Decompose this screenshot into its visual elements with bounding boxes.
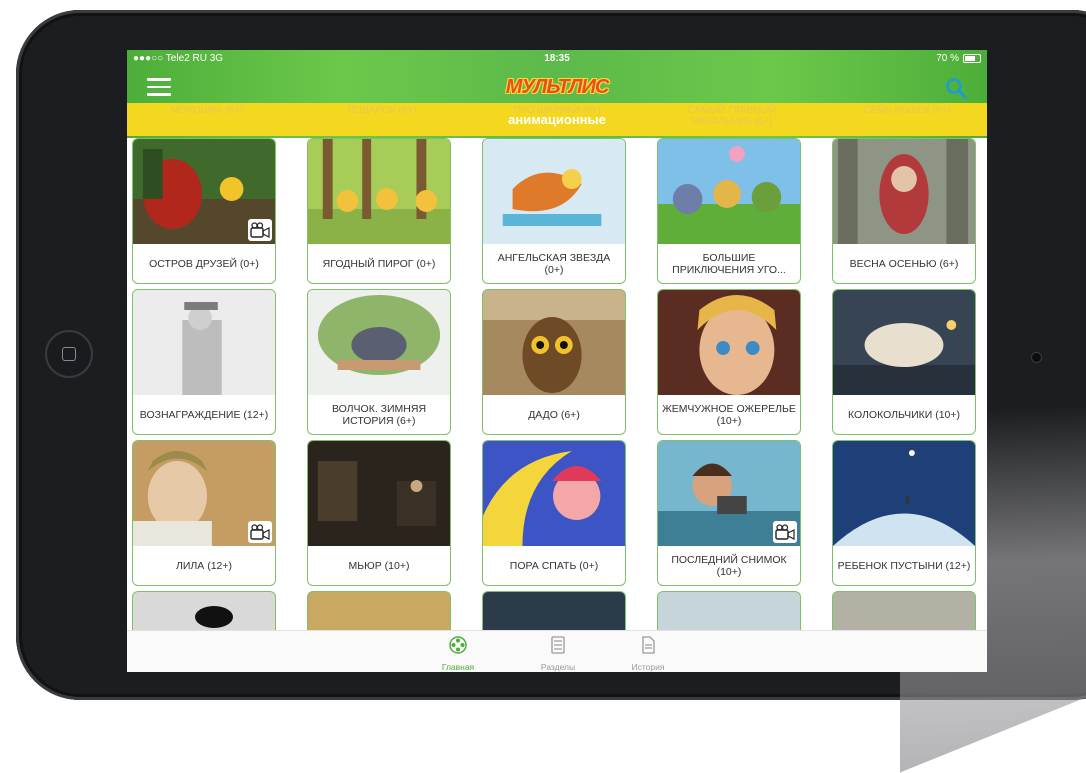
tab-label: Главная xyxy=(441,662,475,672)
cartoon-card[interactable]: ПОРА СПАТЬ (0+) xyxy=(482,440,626,586)
cartoon-card[interactable]: ВОЗНАГРАЖДЕНИЕ (12+) xyxy=(132,289,276,435)
cartoon-card-partial[interactable] xyxy=(832,591,976,631)
cartoon-card[interactable]: ВОЛЧОК. ЗИМНЯЯ ИСТОРИЯ (6+) xyxy=(307,289,451,435)
cartoon-title: ЖЕМЧУЖНОЕ ОЖЕРЕЛЬЕ (10+) xyxy=(662,403,796,427)
tab-history[interactable]: История xyxy=(613,635,683,672)
cartoon-thumbnail xyxy=(833,290,975,395)
section-title: анимационные xyxy=(508,112,606,127)
cartoon-title: ВОЗНАГРАЖДЕНИЕ (12+) xyxy=(139,409,269,421)
video-badge xyxy=(248,219,272,241)
cartoon-title: ПОРА СПАТЬ (0+) xyxy=(509,560,599,572)
tab-home[interactable]: Главная xyxy=(423,635,493,672)
cartoon-title: РЕБЕНОК ПУСТЫНИ (12+) xyxy=(837,560,971,572)
cartoon-thumbnail xyxy=(833,139,975,244)
cartoon-card[interactable]: БОЛЬШИЕ ПРИКЛЮЧЕНИЯ УГО... xyxy=(657,138,801,284)
cartoon-card[interactable]: МЬЮР (10+) xyxy=(307,440,451,586)
cartoon-title: ПОСЛЕДНИЙ СНИМОК (10+) xyxy=(671,554,787,578)
header-bar: ●●●○○ Tele2 RU 3G 18:35 70 % МУЛЬТЛИС МО… xyxy=(127,50,987,138)
cartoon-thumbnail xyxy=(308,139,450,244)
video-camera-icon xyxy=(250,222,270,238)
cartoon-thumbnail xyxy=(133,290,275,395)
search-button[interactable] xyxy=(945,77,967,99)
cartoon-card-partial[interactable] xyxy=(657,591,801,631)
tab-sections[interactable]: Разделы xyxy=(523,635,593,672)
hamburger-icon xyxy=(147,78,171,81)
cartoon-thumbnail xyxy=(483,441,625,546)
battery-label: 70 % xyxy=(936,53,959,64)
cartoon-title: КОЛОКОЛЬЧИКИ (10+) xyxy=(847,409,961,421)
menu-button[interactable] xyxy=(147,78,171,96)
battery-indicator: 70 % xyxy=(936,53,981,64)
cartoon-card-partial[interactable] xyxy=(132,591,276,631)
cartoon-title: БОЛЬШИЕ ПРИКЛЮЧЕНИЯ УГО... xyxy=(672,252,786,276)
cartoon-title: МЬЮР (10+) xyxy=(348,560,410,572)
video-badge xyxy=(773,521,797,543)
cartoon-card[interactable]: ДАДО (6+) xyxy=(482,289,626,435)
cartoon-thumbnail xyxy=(483,290,625,395)
cartoon-thumbnail xyxy=(195,606,233,628)
cartoon-thumbnail xyxy=(483,139,625,244)
history-document-icon xyxy=(642,636,655,654)
hamburger-line xyxy=(147,85,171,88)
cartoon-title: ЯГОДНЫЙ ПИРОГ (0+) xyxy=(322,258,436,270)
tab-label: Разделы xyxy=(540,662,576,672)
clock: 18:35 xyxy=(544,53,570,64)
cartoon-title: ОСТРОВ ДРУЗЕЙ (0+) xyxy=(149,258,259,270)
video-camera-icon xyxy=(775,524,795,540)
cartoon-card[interactable]: ПОСЛЕДНИЙ СНИМОК (10+) xyxy=(657,440,801,586)
cartoon-card[interactable]: ЯГОДНЫЙ ПИРОГ (0+) xyxy=(307,138,451,284)
cartoon-card[interactable]: ЖЕМЧУЖНОЕ ОЖЕРЕЛЬЕ (10+) xyxy=(657,289,801,435)
film-reel-icon xyxy=(449,636,467,654)
cartoon-card[interactable]: ЛИЛА (12+) xyxy=(132,440,276,586)
cartoon-thumbnail xyxy=(833,441,975,546)
video-camera-icon xyxy=(250,524,270,540)
cartoon-title: ВЕСНА ОСЕНЬЮ (6+) xyxy=(849,258,959,270)
cartoon-card[interactable]: ОСТРОВ ДРУЗЕЙ (0+) xyxy=(132,138,276,284)
cartoon-card[interactable]: РЕБЕНОК ПУСТЫНИ (12+) xyxy=(832,440,976,586)
battery-icon xyxy=(963,54,981,63)
cartoon-grid: ОСТРОВ ДРУЗЕЙ (0+) ЯГОДНЫЙ ПИРОГ (0+) АН… xyxy=(127,138,987,631)
cartoon-card-partial[interactable] xyxy=(482,591,626,631)
cartoon-card[interactable]: КОЛОКОЛЬЧИКИ (10+) xyxy=(832,289,976,435)
bottom-tab-bar: Главная Разделы История xyxy=(127,630,987,672)
front-camera xyxy=(1031,352,1042,363)
video-badge xyxy=(248,521,272,543)
hamburger-line xyxy=(147,93,171,96)
sections-list-icon xyxy=(551,636,565,654)
cartoon-title: АНГЕЛЬСКАЯ ЗВЕЗДА (0+) xyxy=(497,252,611,276)
status-bar: ●●●○○ Tele2 RU 3G 18:35 70 % xyxy=(127,53,987,67)
cartoon-card[interactable]: АНГЕЛЬСКАЯ ЗВЕЗДА (0+) xyxy=(482,138,626,284)
home-button[interactable] xyxy=(45,330,93,378)
app-screen: ●●●○○ Tele2 RU 3G 18:35 70 % МУЛЬТЛИС МО… xyxy=(127,50,987,672)
cartoon-title: ДАДО (6+) xyxy=(528,409,580,421)
cartoon-thumbnail xyxy=(658,290,800,395)
cartoon-card-partial[interactable] xyxy=(307,591,451,631)
cartoon-thumbnail xyxy=(308,441,450,546)
cartoon-thumbnail xyxy=(308,290,450,395)
search-icon xyxy=(946,78,967,99)
app-logo: МУЛЬТЛИС xyxy=(505,76,610,98)
cartoon-card[interactable]: ВЕСНА ОСЕНЬЮ (6+) xyxy=(832,138,976,284)
cartoon-thumbnail xyxy=(658,139,800,244)
cartoon-title: ВОЛЧОК. ЗИМНЯЯ ИСТОРИЯ (6+) xyxy=(331,403,427,427)
cartoon-title: ЛИЛА (12+) xyxy=(175,560,233,572)
tab-label: История xyxy=(631,662,665,672)
